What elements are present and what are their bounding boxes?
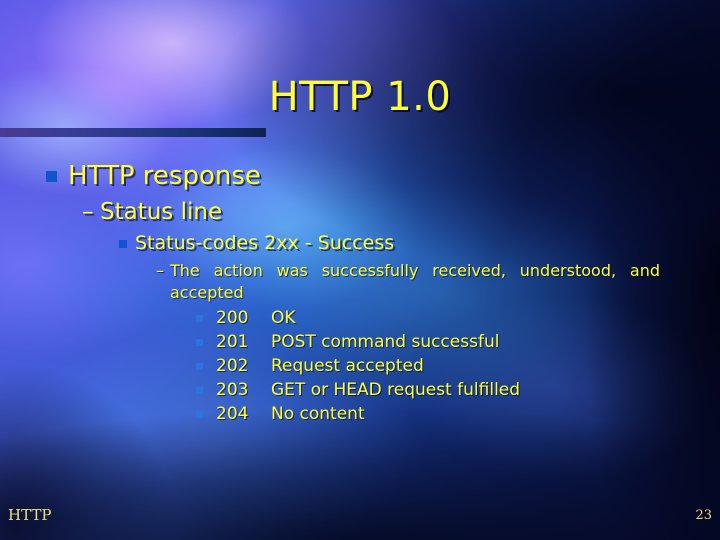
square-bullet-icon xyxy=(196,362,203,370)
table-row: 202 Request accepted xyxy=(196,354,520,378)
slide-footer-label: HTTP xyxy=(8,506,52,524)
bullet-level2-label: Status line xyxy=(100,199,223,225)
status-code-description: GET or HEAD request fulfilled xyxy=(271,380,521,400)
slide-body: HTTP response – Status line Status-codes… xyxy=(0,160,720,426)
table-row: 200 OK xyxy=(196,306,520,330)
square-bullet-icon xyxy=(196,338,203,346)
slide: HTTP 1.0 HTTP response – Status line Sta… xyxy=(0,0,720,540)
square-bullet-cell xyxy=(196,306,216,330)
table-row: 204 No content xyxy=(196,402,520,426)
status-code-description: OK xyxy=(271,308,296,328)
bullet-level1-http-response: HTTP response xyxy=(46,160,720,192)
square-bullet-icon xyxy=(196,386,203,394)
title-underline-rule xyxy=(0,128,266,137)
square-bullet-icon xyxy=(119,240,127,248)
square-bullet-cell xyxy=(196,354,216,378)
square-bullet-icon xyxy=(46,171,57,182)
square-bullet-cell xyxy=(196,330,216,354)
bullet-level4-description: – The action was successfully received, … xyxy=(156,260,660,304)
status-code-table-body: 200 OK 201 POST command successful 202 R… xyxy=(196,306,520,426)
bullet-level1-label: HTTP response xyxy=(68,161,261,191)
status-code-table: 200 OK 201 POST command successful 202 R… xyxy=(196,306,520,426)
status-code-value: 204 xyxy=(216,404,249,424)
dash-bullet-icon: – xyxy=(156,261,164,280)
table-row: 201 POST command successful xyxy=(196,330,520,354)
square-bullet-cell xyxy=(196,402,216,426)
table-row: 203 GET or HEAD request fulfilled xyxy=(196,378,520,402)
square-bullet-icon xyxy=(196,314,203,322)
status-code-description: No content xyxy=(271,404,365,424)
bullet-level3-status-codes: Status-codes 2xx - Success xyxy=(119,231,720,256)
bullet-level2-status-line: – Status line xyxy=(82,198,720,227)
status-code-value: 203 xyxy=(216,380,249,400)
slide-page-number: 23 xyxy=(695,508,712,523)
status-code-description: POST command successful xyxy=(271,332,500,352)
dash-bullet-icon: – xyxy=(82,199,94,225)
bullet-level4-label: The action was successfully received, un… xyxy=(170,261,660,302)
status-code-value: 201 xyxy=(216,332,249,352)
slide-title: HTTP 1.0 xyxy=(268,74,452,120)
bullet-level3-label: Status-codes 2xx - Success xyxy=(135,232,395,254)
status-code-description: Request accepted xyxy=(271,356,424,376)
square-bullet-cell xyxy=(196,378,216,402)
status-code-value: 202 xyxy=(216,356,249,376)
square-bullet-icon xyxy=(196,410,203,418)
status-code-value: 200 xyxy=(216,308,249,328)
